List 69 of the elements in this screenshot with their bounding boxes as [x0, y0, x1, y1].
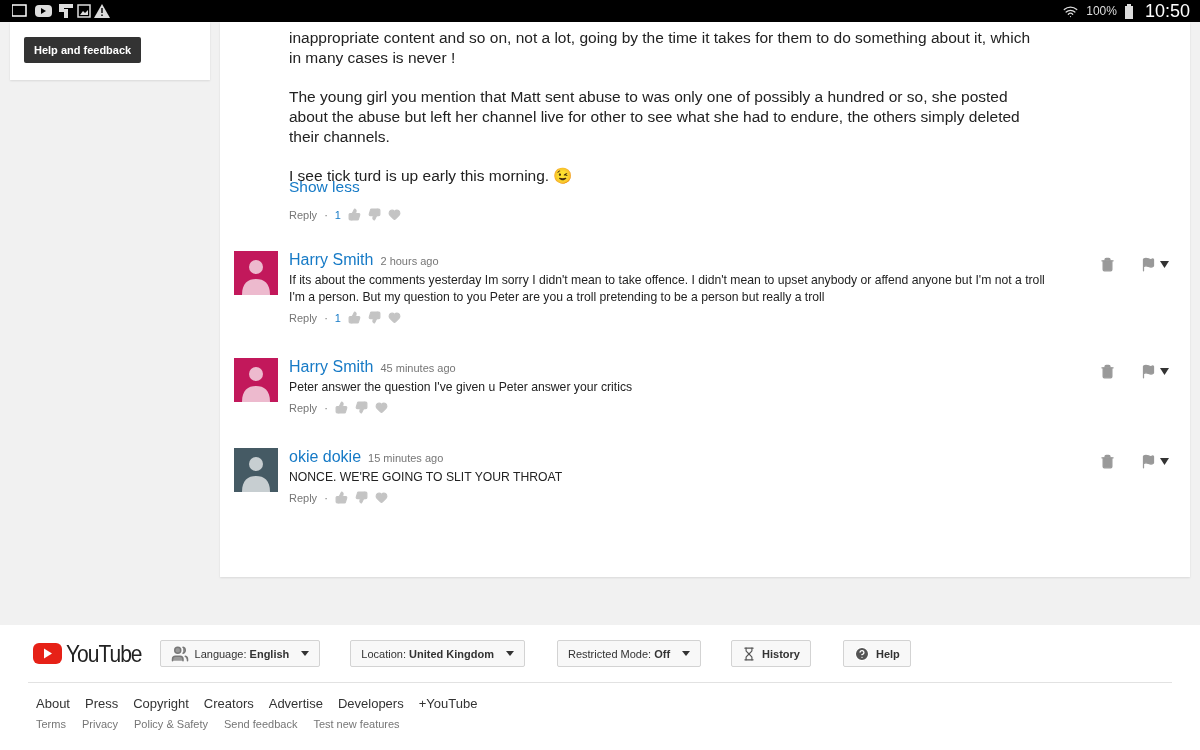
thumbs-down-icon[interactable]: [354, 491, 368, 504]
play-logo-icon: [33, 643, 62, 664]
footer-link[interactable]: Press: [85, 696, 119, 711]
caret-icon: [682, 651, 691, 656]
comment-text: NONCE. WE'RE GOING TO SLIT YOUR THROAT: [289, 469, 564, 486]
footer-button[interactable]: History: [731, 640, 811, 667]
footer-link[interactable]: About: [36, 696, 70, 711]
footer-link[interactable]: Creators: [203, 696, 254, 711]
caret-icon[interactable]: [1160, 458, 1169, 465]
comment-text: Peter answer the question I've given u Peter answer your critics: [289, 379, 634, 396]
caret-icon: [506, 651, 514, 656]
separator-dot: ·: [324, 401, 328, 414]
heart-icon[interactable]: [387, 208, 401, 221]
author-name[interactable]: okie dokie: [289, 448, 362, 466]
like-count: 1: [334, 311, 341, 324]
footer-button[interactable]: Help: [843, 640, 911, 667]
footer-link[interactable]: Copyright: [133, 696, 189, 711]
footer-dropdown[interactable]: Location: United Kingdom: [350, 640, 525, 667]
comment-time: 45 minutes ago: [380, 362, 456, 374]
reply-link[interactable]: Reply: [289, 311, 318, 324]
heart-icon[interactable]: [387, 311, 401, 324]
footer-small-link[interactable]: Privacy: [81, 718, 118, 730]
caret-icon[interactable]: [1160, 368, 1169, 375]
reply-link[interactable]: Reply: [289, 208, 318, 221]
footer-small-link[interactable]: Terms: [36, 718, 66, 730]
comment-time: 2 hours ago: [380, 255, 439, 267]
author-name[interactable]: Harry Smith: [289, 358, 374, 376]
help-icon: [854, 645, 870, 662]
trash-icon[interactable]: [1100, 364, 1115, 379]
comment-text: If its about the comments yesterday Im sorry I didn't mean to take offence. I didn't mean to upset anybody or affend anyone but I'm not a troll I'm a person. But my question to you Peter are you a troll pretending to be a person but really a troll: [289, 272, 1046, 306]
battery-icon: [1124, 3, 1133, 19]
comment-time: 15 minutes ago: [368, 452, 444, 464]
comment-paragraph: The young girl you mention that Matt sent abuse to was only one of possibly a hundred or so, she posted about the abuse but left her channel live for other to see what she had to endure, the others simply deleted their channels.: [289, 87, 1021, 147]
footer-link[interactable]: Advertise: [268, 696, 323, 711]
thumbs-up-icon[interactable]: [334, 401, 348, 414]
clock-time: 10:50: [1144, 0, 1190, 22]
logo-text: YouTube: [66, 639, 142, 668]
footer-dropdown[interactable]: Restricted Mode: Off: [557, 640, 702, 667]
thumbs-down-icon[interactable]: [367, 311, 381, 324]
like-count: 1: [334, 208, 341, 221]
footer-small-link[interactable]: Policy & Safety: [134, 718, 208, 730]
help-feedback-button[interactable]: Help and feedback: [24, 37, 142, 63]
hourglass-icon: [742, 646, 757, 661]
heart-icon[interactable]: [374, 491, 388, 504]
thumbs-down-icon[interactable]: [367, 208, 381, 221]
thumbs-up-icon[interactable]: [347, 208, 361, 221]
wifi-icon: [1063, 3, 1079, 19]
separator-dot: ·: [324, 491, 328, 504]
people-icon: [170, 644, 189, 663]
reply-link[interactable]: Reply: [289, 401, 318, 414]
separator-dot: ·: [324, 208, 328, 221]
thumbs-down-icon[interactable]: [354, 401, 368, 414]
footer-small-link[interactable]: Test new features: [313, 718, 400, 730]
thumbs-up-icon[interactable]: [347, 311, 361, 324]
heart-icon[interactable]: [374, 401, 388, 414]
author-name[interactable]: Harry Smith: [289, 251, 374, 269]
trash-icon[interactable]: [1100, 257, 1115, 272]
footer-dropdown[interactable]: Language: English: [159, 640, 321, 667]
footer-link[interactable]: +YouTube: [418, 696, 478, 711]
footer-link[interactable]: Developers: [337, 696, 404, 711]
comment-paragraph: inappropriate content and so on, not a lot, going by the time it takes for them to do something about it, which in many cases is never !: [289, 28, 1031, 68]
footer-small-link[interactable]: Send feedback: [224, 718, 298, 730]
trash-icon[interactable]: [1100, 454, 1115, 469]
reply-link[interactable]: Reply: [289, 491, 318, 504]
caret-icon: [301, 651, 310, 656]
thumbs-up-icon[interactable]: [334, 491, 348, 504]
battery-percent: 100%: [1086, 4, 1117, 18]
separator-dot: ·: [324, 311, 328, 324]
caret-icon[interactable]: [1160, 261, 1169, 268]
